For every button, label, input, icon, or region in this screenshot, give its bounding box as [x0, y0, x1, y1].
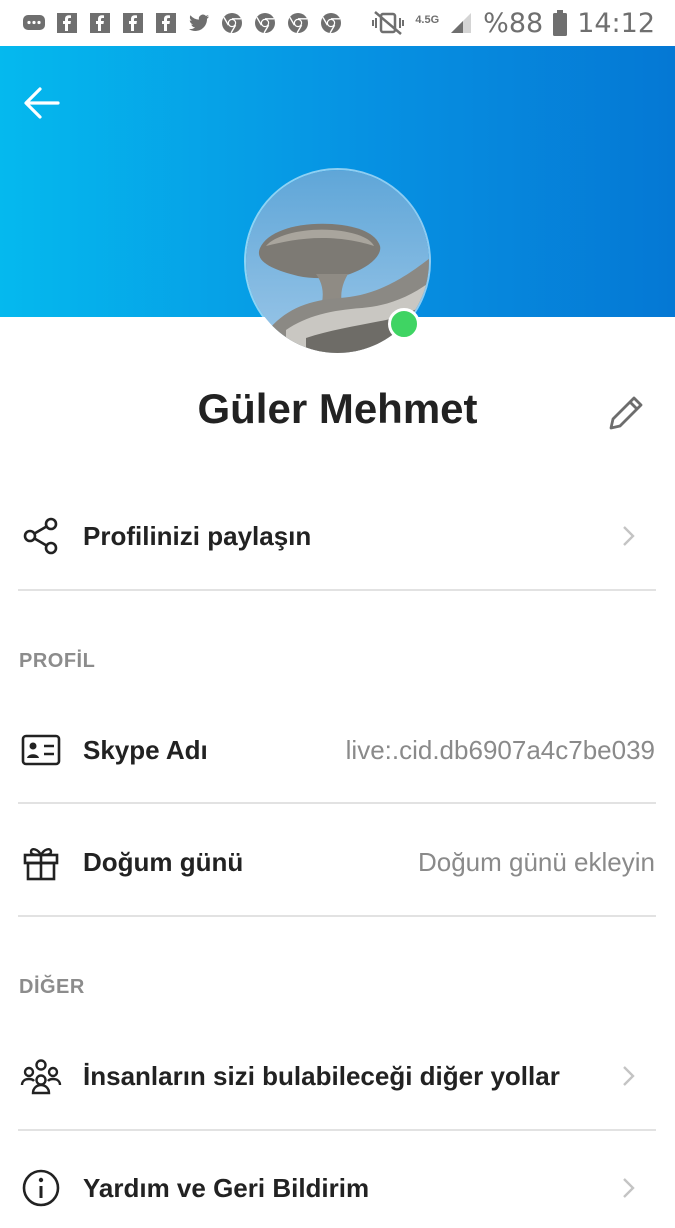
section-title-other: DİĞER — [19, 976, 85, 998]
divider — [18, 915, 656, 917]
info-icon — [22, 1169, 60, 1207]
signal-icon — [451, 13, 472, 33]
battery-icon — [553, 10, 568, 36]
share-profile-row[interactable]: Profilinizi paylaşın — [0, 496, 675, 576]
skype-name-row[interactable]: Skype Adı live:.cid.db6907a4c7be039 — [0, 710, 675, 790]
chrome-icon — [222, 13, 242, 34]
online-status-dot — [388, 308, 420, 340]
profile-name: Güler Mehmet — [197, 385, 478, 432]
birthday-row[interactable]: Doğum günü Doğum günü ekleyin — [0, 822, 675, 902]
discoverability-label: İnsanların sizi bulabileceği diğer yolla… — [83, 1061, 560, 1091]
section-title-profile: PROFİL — [19, 650, 96, 672]
gift-icon — [23, 847, 59, 881]
chevron-right-icon — [623, 526, 635, 546]
facebook-icon — [90, 13, 110, 33]
twitter-icon — [189, 14, 209, 31]
skype-name-value: live:.cid.db6907a4c7be039 — [345, 735, 655, 765]
network-type: 4.5G — [415, 13, 440, 26]
facebook-icon — [156, 13, 176, 33]
chrome-icon — [288, 13, 308, 34]
clock: 14:12 — [577, 7, 655, 39]
chevron-right-icon — [623, 1178, 635, 1198]
facebook-icon — [123, 13, 143, 33]
chrome-icon — [321, 13, 341, 34]
messages-icon — [23, 15, 45, 30]
chevron-right-icon — [623, 1066, 635, 1086]
divider — [18, 1129, 656, 1131]
share-icon — [23, 517, 58, 555]
chrome-icon — [255, 13, 275, 34]
facebook-icon — [57, 13, 77, 33]
birthday-label: Doğum günü — [83, 847, 244, 877]
status-bar: 4.5G %88 14:12 — [0, 0, 675, 46]
people-icon — [20, 1059, 62, 1095]
birthday-value: Doğum günü ekleyin — [417, 847, 655, 877]
edit-pencil-icon[interactable] — [602, 388, 650, 436]
back-arrow-icon[interactable] — [18, 80, 64, 126]
divider — [18, 802, 656, 804]
discoverability-row[interactable]: İnsanların sizi bulabileceği diğer yolla… — [0, 1036, 675, 1116]
skype-name-label: Skype Adı — [83, 735, 208, 765]
battery-percent: %88 — [483, 7, 544, 39]
help-feedback-label: Yardım ve Geri Bildirim — [83, 1173, 370, 1203]
share-profile-label: Profilinizi paylaşın — [83, 521, 312, 551]
notification-icons — [22, 11, 343, 35]
divider — [18, 589, 656, 591]
vibrate-mute-icon — [372, 11, 405, 35]
system-status: 4.5G %88 14:12 — [371, 7, 655, 39]
help-feedback-row[interactable]: Yardım ve Geri Bildirim — [0, 1148, 675, 1228]
id-card-icon — [21, 734, 61, 766]
